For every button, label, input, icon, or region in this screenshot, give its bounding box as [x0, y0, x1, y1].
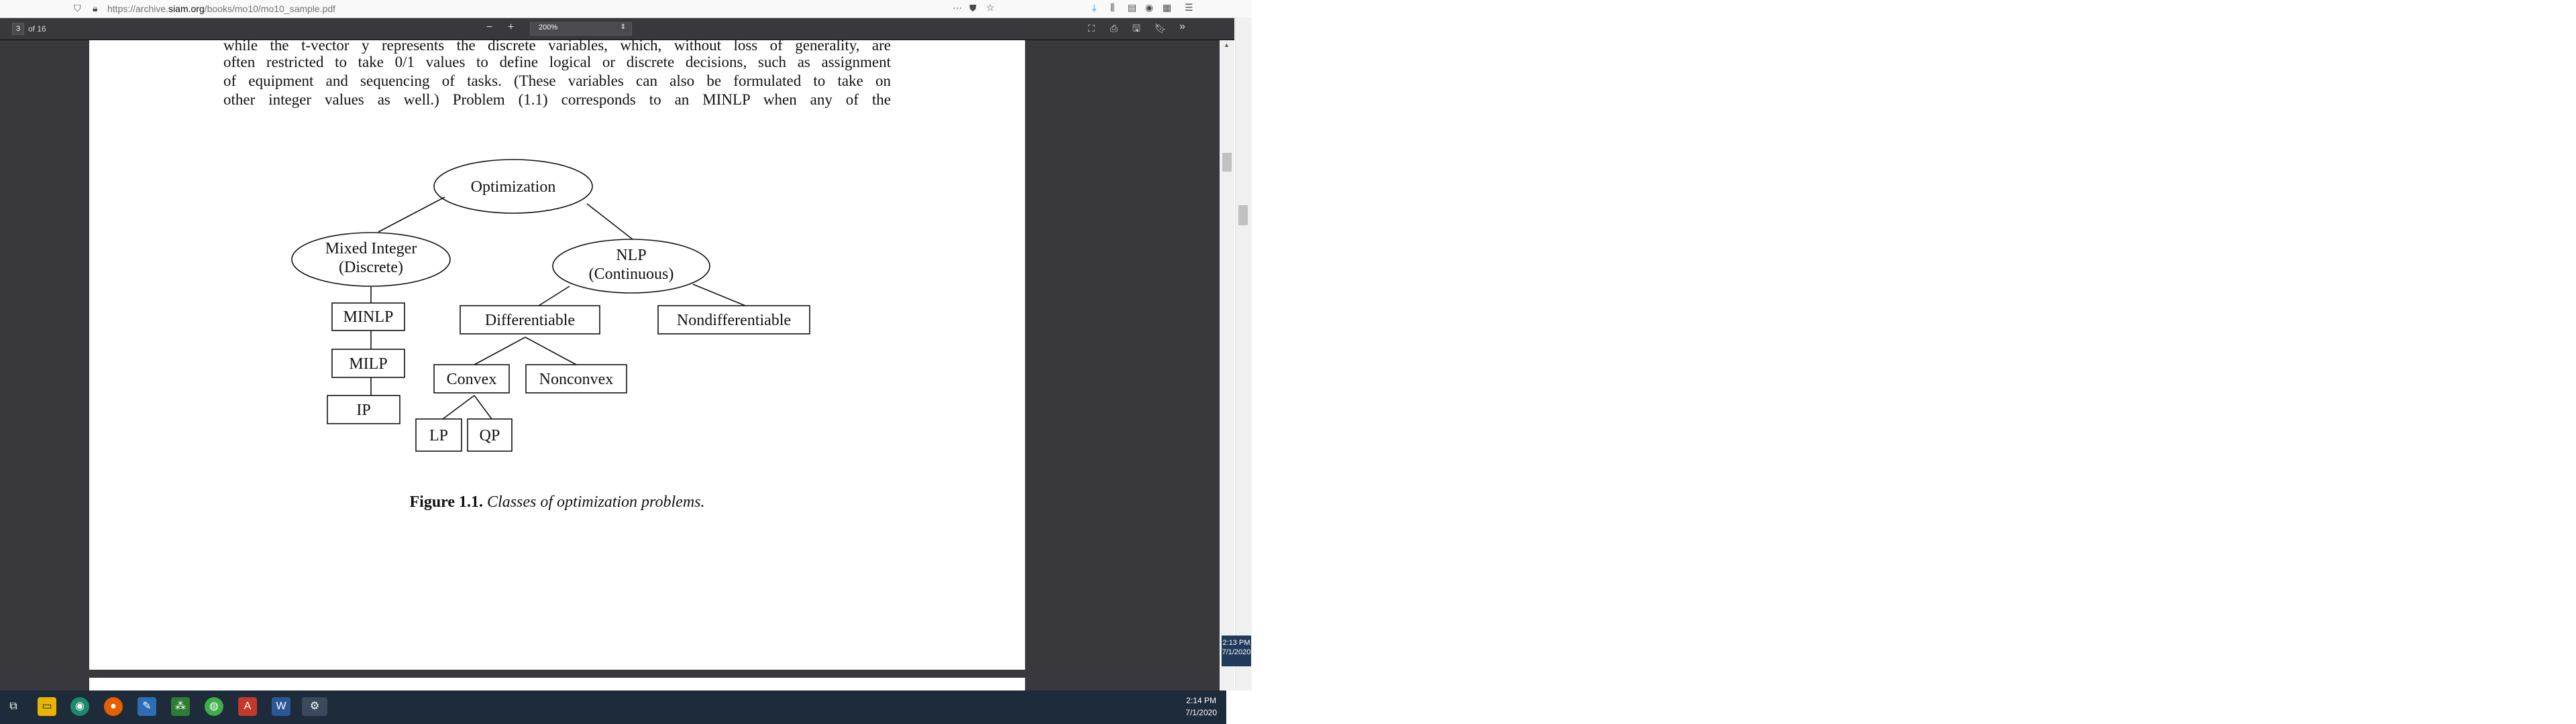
scroll-up-icon[interactable]: ▲ [1224, 42, 1230, 48]
node-differentiable: Differentiable [485, 312, 575, 329]
network-app-icon[interactable]: ⁂ [171, 697, 190, 716]
node-minlp: MINLP [343, 308, 394, 326]
save-icon[interactable]: 🖫︎ [1132, 23, 1140, 34]
taskbar-date: 7/1/2020 [1185, 708, 1217, 717]
inner-clock-time: 2:13 PM [1222, 639, 1250, 647]
edge-convex-lp [442, 395, 475, 420]
node-qp: QP [480, 427, 500, 444]
taskbar-clock[interactable]: 2:14 PM 7/1/2020 [1185, 695, 1217, 719]
zoom-select[interactable]: 200% ⇕ [530, 22, 632, 36]
optimization-class-diagram: Optimization Mixed Integer (Discrete) NL… [291, 159, 810, 452]
node-optimization: Optimization [471, 178, 556, 196]
url-path: /books/mo10/mo10_sample.pdf [204, 3, 336, 14]
inner-clock: 2:13 PM 7/1/2020 [1222, 636, 1251, 666]
node-nlp-line2: (Continuous) [589, 265, 674, 283]
figure-caption: Figure 1.1. Classes of optimization prob… [89, 493, 1025, 511]
url-domain: siam.org [168, 3, 205, 14]
app-icon[interactable]: ◉ [70, 697, 89, 716]
node-ip: IP [356, 402, 370, 419]
page-scrollbar[interactable] [1235, 17, 1252, 690]
editor-icon[interactable]: ✎ [138, 697, 156, 716]
node-nondifferentiable: Nondifferentiable [677, 312, 791, 329]
task-view-icon[interactable]: ⧉ [4, 697, 23, 716]
page-number-input[interactable]: 3 [12, 23, 24, 35]
node-mixed-integer-line2: (Discrete) [339, 259, 403, 276]
library-icon[interactable]: ⫼ [1110, 2, 1114, 13]
word-icon[interactable]: W [272, 697, 290, 716]
screen: ⛉ 🔒︎ https://archive.siam.org/books/mo10… [0, 0, 1252, 724]
caption-label: Figure 1.1. [409, 493, 484, 511]
inner-clock-date: 7/1/2020 [1222, 648, 1251, 656]
node-nlp-line1: NLP [616, 247, 646, 264]
sidebar-icon[interactable]: ▤ [1128, 2, 1136, 13]
bookmark-icon[interactable]: 🔖︎ [1155, 23, 1167, 34]
edge-nlp-differentiable [538, 286, 570, 306]
media-app-icon[interactable]: ◍ [205, 697, 223, 716]
acrobat-icon[interactable]: A [238, 697, 257, 716]
node-convex: Convex [447, 371, 497, 388]
document-area[interactable]: while the t-vector y represents the disc… [0, 37, 1220, 698]
print-icon[interactable]: ⎙ [1110, 23, 1118, 34]
download-icon[interactable]: ⤓ [1092, 2, 1096, 13]
pdf-page: while the t-vector y represents the disc… [89, 37, 1025, 670]
file-explorer-icon[interactable]: ▭ [38, 697, 56, 716]
menu-icon[interactable]: ☰ [1185, 2, 1193, 13]
extension-icon[interactable]: ▦ [1163, 2, 1171, 13]
edge-differentiable-nonconvex [525, 337, 577, 365]
page-count: of 16 [28, 24, 46, 34]
document-scroll-thumb[interactable] [1222, 153, 1232, 172]
settings-app-icon[interactable]: ⚙ [302, 697, 327, 716]
node-lp: LP [429, 427, 448, 444]
url-prefix: https://archive. [107, 3, 169, 14]
edge-differentiable-convex [474, 337, 526, 365]
account-icon[interactable]: ◉ [1145, 2, 1153, 13]
shield-icon[interactable]: ⛉ [74, 3, 81, 13]
caption-text: Classes of optimization problems. [487, 493, 705, 511]
node-milp: MILP [349, 355, 387, 373]
page-scroll-thumb[interactable] [1238, 205, 1248, 225]
url-field[interactable]: https://archive.siam.org/books/mo10/mo10… [107, 3, 335, 14]
document-scrollbar[interactable]: ▲ [1220, 40, 1234, 690]
edge-optimization-mixed-integer [378, 196, 445, 233]
chevron-down-icon: ⇕ [620, 23, 626, 31]
pocket-icon[interactable]: ⛊ [969, 3, 977, 13]
browser-url-bar: ⛉ 🔒︎ https://archive.siam.org/books/mo10… [0, 0, 1251, 18]
taskbar: ⧉ ▭ ◉ ● ✎ ⁂ ◍ A W ⚙ 2:14 PM 7/1/2020 [0, 690, 1226, 724]
firefox-icon[interactable]: ● [104, 697, 123, 716]
taskbar-time: 2:14 PM [1186, 696, 1216, 705]
zoom-value: 200% [539, 23, 558, 32]
node-mixed-integer-line1: Mixed Integer [325, 240, 417, 257]
edge-optimization-nlp [586, 203, 633, 240]
zoom-in-icon[interactable]: + [508, 22, 514, 33]
bookmark-star-icon[interactable]: ☆ [986, 2, 995, 13]
edge-convex-qp [474, 395, 492, 420]
lock-icon[interactable]: 🔒︎ [93, 3, 97, 13]
tools-icon[interactable]: » [1179, 21, 1185, 32]
edge-nlp-nondifferentiable [692, 284, 746, 306]
fullscreen-icon[interactable]: ⛶ [1088, 23, 1095, 34]
zoom-out-icon[interactable]: − [486, 22, 492, 33]
more-actions-icon[interactable]: ··· [953, 2, 962, 13]
node-nonconvex: Nonconvex [539, 371, 614, 388]
